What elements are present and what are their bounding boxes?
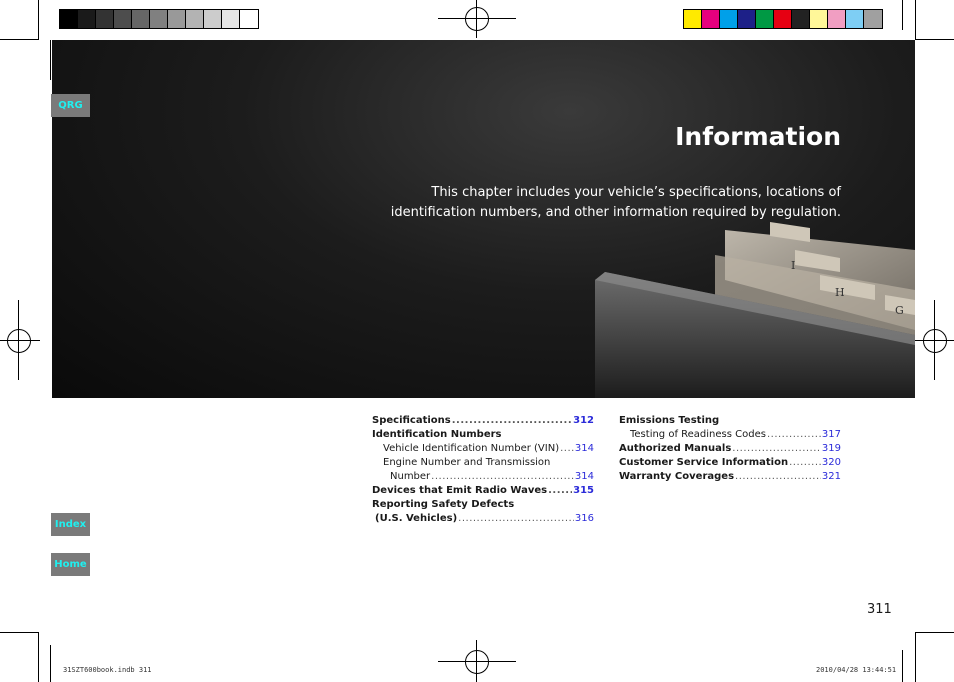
home-tab[interactable]: Home — [51, 553, 90, 576]
process-color-bar — [683, 9, 883, 29]
color-swatch — [186, 10, 204, 28]
page-number: 311 — [867, 602, 892, 617]
toc-page-link[interactable]: 316 — [575, 512, 594, 526]
toc-entry-authorized-manuals[interactable]: Authorized Manuals 319 — [619, 442, 841, 456]
toc-page-link[interactable]: 317 — [822, 428, 841, 442]
toc-entry-reporting-line1: Reporting Safety Defects — [372, 499, 515, 510]
toc-entry-devices[interactable]: Devices that Emit Radio Waves 315 — [372, 484, 594, 498]
toc-heading-emissions: Emissions Testing — [619, 415, 720, 426]
toc-page-link[interactable]: 321 — [822, 470, 841, 484]
color-swatch — [78, 10, 96, 28]
toc-entry-label: Vehicle Identification Number (VIN) — [383, 443, 560, 454]
toc-entry-warranty[interactable]: Warranty Coverages 321 — [619, 470, 841, 484]
color-swatch — [168, 10, 186, 28]
qrg-tab[interactable]: QRG — [51, 94, 90, 117]
color-swatch — [846, 10, 864, 28]
chapter-description: This chapter includes your vehicle’s spe… — [390, 185, 841, 220]
color-swatch — [684, 10, 702, 28]
toc-entry-reporting-defects[interactable]: (U.S. Vehicles) 316 — [372, 512, 594, 526]
toc-entry-label: Warranty Coverages — [619, 471, 735, 482]
color-swatch — [738, 10, 756, 28]
print-slug-datetime: 2010/04/28 13:44:51 — [816, 666, 897, 674]
toc-heading-identification-numbers: Identification Numbers — [372, 429, 502, 440]
toc-entry-label: Number — [390, 471, 431, 482]
toc-column-left: Specifications 312 Identification Numbers… — [372, 414, 594, 526]
toc-page-link[interactable]: 319 — [822, 442, 841, 456]
tab-letter-g: G — [895, 304, 904, 317]
color-swatch — [150, 10, 168, 28]
toc-entry-label: (U.S. Vehicles) — [375, 513, 458, 524]
toc-page-link[interactable]: 320 — [822, 456, 841, 470]
color-swatch — [774, 10, 792, 28]
toc-page-link[interactable]: 315 — [573, 484, 594, 498]
toc-entry-specifications[interactable]: Specifications 312 — [372, 414, 594, 428]
toc-entry-label: Specifications — [372, 415, 451, 426]
toc-entry-label: Authorized Manuals — [619, 443, 732, 454]
color-swatch — [204, 10, 222, 28]
grayscale-color-bar — [59, 9, 259, 29]
tab-letter-i: I — [791, 259, 795, 272]
tab-letter-h: H — [835, 286, 845, 299]
toc-page-link[interactable]: 312 — [573, 414, 594, 428]
color-swatch — [132, 10, 150, 28]
color-swatch — [756, 10, 774, 28]
color-swatch — [720, 10, 738, 28]
toc-entry-vin[interactable]: Vehicle Identification Number (VIN) 314 — [372, 442, 594, 456]
index-tab[interactable]: Index — [51, 513, 90, 536]
color-swatch — [114, 10, 132, 28]
color-swatch — [792, 10, 810, 28]
color-swatch — [222, 10, 240, 28]
toc-column-right: Emissions Testing Testing of Readiness C… — [619, 414, 841, 484]
print-slug-file: 31SZT600book.indb 311 — [63, 666, 152, 674]
toc-entry-engine-line1: Engine Number and Transmission — [383, 457, 551, 468]
color-swatch — [702, 10, 720, 28]
toc-page-link[interactable]: 314 — [575, 470, 594, 484]
color-swatch — [60, 10, 78, 28]
toc-entry-label: Devices that Emit Radio Waves — [372, 485, 548, 496]
color-swatch — [240, 10, 258, 28]
toc-entry-label: Testing of Readiness Codes — [630, 429, 766, 440]
color-swatch — [828, 10, 846, 28]
toc-entry-label: Customer Service Information — [619, 457, 789, 468]
toc-entry-customer-service[interactable]: Customer Service Information 320 — [619, 456, 841, 470]
color-swatch — [864, 10, 882, 28]
chapter-hero-image: I H G Information This chapter includes … — [52, 40, 915, 398]
color-swatch — [96, 10, 114, 28]
toc-page-link[interactable]: 314 — [575, 442, 594, 456]
color-swatch — [810, 10, 828, 28]
chapter-title: Information — [675, 122, 841, 151]
toc-entry-readiness-codes[interactable]: Testing of Readiness Codes 317 — [619, 428, 841, 442]
file-drawer-illustration: I H G — [595, 222, 915, 398]
toc-entry-engine-number[interactable]: Number 314 — [372, 470, 594, 484]
